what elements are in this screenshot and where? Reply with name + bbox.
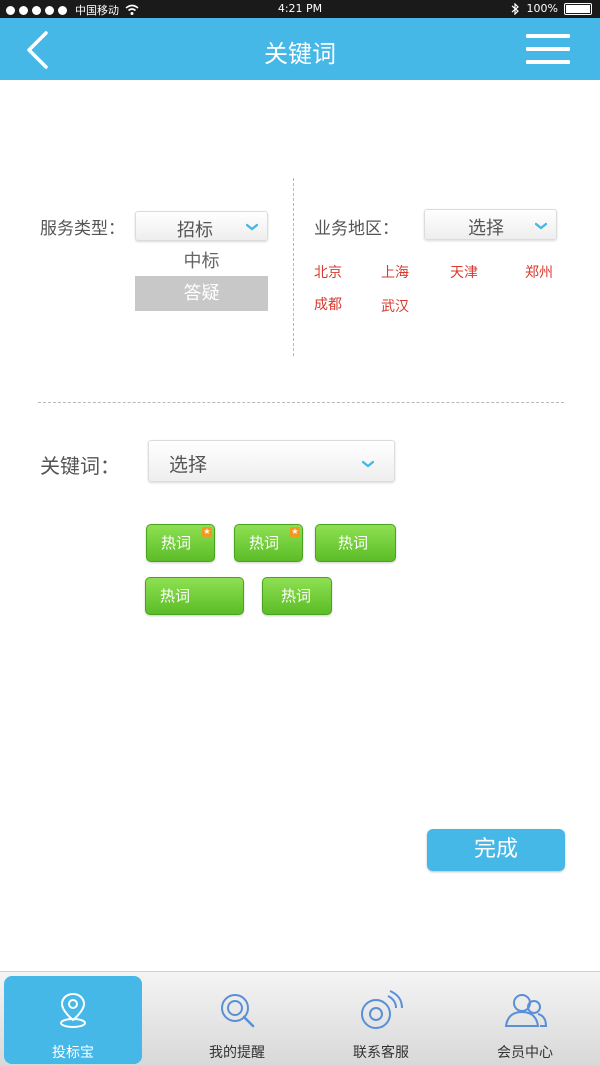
service-type-label: 服务类型： [40, 219, 125, 239]
hot-tag[interactable]: 热词 [145, 577, 244, 615]
hot-tag[interactable]: 热词 ★ [146, 524, 215, 562]
tab-label: 会员中心 [497, 1045, 553, 1061]
page-title: 关键词 [264, 40, 336, 68]
city-zhengzhou[interactable]: 郑州 [525, 262, 553, 282]
city-beijing[interactable]: 北京 [314, 262, 342, 282]
city-wuhan[interactable]: 武汉 [381, 296, 409, 316]
city-tianjin[interactable]: 天津 [450, 262, 478, 282]
chevron-down-icon [246, 223, 258, 231]
service-type-select[interactable]: 招标 [135, 211, 268, 241]
tab-label: 联系客服 [353, 1045, 409, 1061]
hamburger-menu-icon[interactable] [526, 34, 570, 68]
keyword-select[interactable]: 选择 [148, 440, 395, 482]
vertical-divider [293, 178, 294, 356]
keyword-label: 关键词： [40, 454, 120, 478]
city-chengdu[interactable]: 成都 [314, 294, 342, 314]
region-selected: 选择 [468, 218, 504, 239]
tab-label: 投标宝 [52, 1045, 94, 1061]
region-select[interactable]: 选择 [424, 209, 557, 240]
star-badge-icon: ★ [290, 527, 300, 537]
bottom-tab-bar: 投标宝 我的提醒 联系客服 会员中心 [0, 971, 600, 1066]
tab-bid-treasure[interactable]: 投标宝 [4, 976, 142, 1064]
battery-icon [564, 2, 592, 15]
tab-my-reminders[interactable]: 我的提醒 [168, 976, 306, 1064]
search-reminder-icon [221, 994, 255, 1028]
service-type-selected: 招标 [177, 220, 213, 241]
done-button[interactable]: 完成 [427, 829, 565, 871]
members-icon [504, 994, 548, 1027]
customer-service-icon [361, 990, 403, 1029]
tab-label: 我的提醒 [209, 1045, 265, 1061]
service-option-qa[interactable]: 答疑 [135, 276, 268, 311]
status-right: 100% [511, 2, 592, 15]
hot-tag-label: 热词 [249, 534, 280, 552]
location-pin-icon [60, 992, 86, 1028]
hot-tag[interactable]: 热词 [315, 524, 396, 562]
battery-percent: 100% [526, 2, 558, 15]
hot-tag-label: 热词 [281, 587, 312, 605]
service-option-bid-won[interactable]: 中标 [135, 247, 268, 273]
header-bar: 关键词 [0, 18, 600, 80]
tab-member-center[interactable]: 会员中心 [456, 976, 594, 1064]
hot-tag-label: 热词 [161, 534, 192, 552]
hot-tag-label: 热词 [338, 534, 369, 552]
star-badge-icon: ★ [202, 527, 212, 537]
chevron-down-icon [362, 460, 374, 468]
horizontal-divider [38, 402, 564, 403]
bluetooth-icon [511, 2, 519, 15]
hot-tag[interactable]: 热词 ★ [234, 524, 303, 562]
chevron-down-icon [535, 222, 547, 230]
region-label: 业务地区： [314, 219, 399, 239]
hot-tag-label: 热词 [160, 587, 191, 605]
tab-customer-service[interactable]: 联系客服 [312, 976, 450, 1064]
status-bar: 中国移动 4:21 PM 100% [0, 0, 600, 18]
keyword-selected: 选择 [169, 454, 208, 476]
city-shanghai[interactable]: 上海 [381, 262, 409, 282]
hot-tag[interactable]: 热词 [262, 577, 332, 615]
